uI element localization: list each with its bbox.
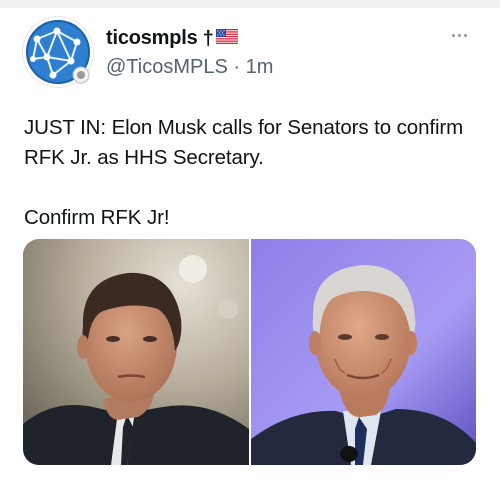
display-name[interactable]: ticosmpls (106, 27, 198, 50)
author-name-row[interactable]: ticosmpls † (106, 27, 238, 50)
separator-dot: · (233, 56, 241, 78)
handle-row: @TicosMPLS · 1m (106, 56, 273, 79)
globe-network-logo-icon (26, 20, 90, 84)
user-handle[interactable]: @TicosMPLS (106, 56, 228, 78)
photo-rfk-jr[interactable] (250, 239, 476, 465)
post-text-line-1: JUST IN: Elon Musk calls for Senators to… (24, 116, 464, 169)
photo-elon-musk[interactable] (23, 239, 249, 465)
name-suffix: † (202, 27, 214, 50)
post-text-line-2: Confirm RFK Jr! (24, 206, 170, 229)
media-grid (23, 239, 476, 465)
us-flag-icon (215, 28, 238, 49)
more-horizontal-icon[interactable] (452, 34, 467, 37)
avatar[interactable] (23, 17, 93, 87)
top-strip (0, 0, 500, 8)
timestamp[interactable]: 1m (246, 56, 274, 78)
post-text: JUST IN: Elon Musk calls for Senators to… (24, 113, 484, 233)
